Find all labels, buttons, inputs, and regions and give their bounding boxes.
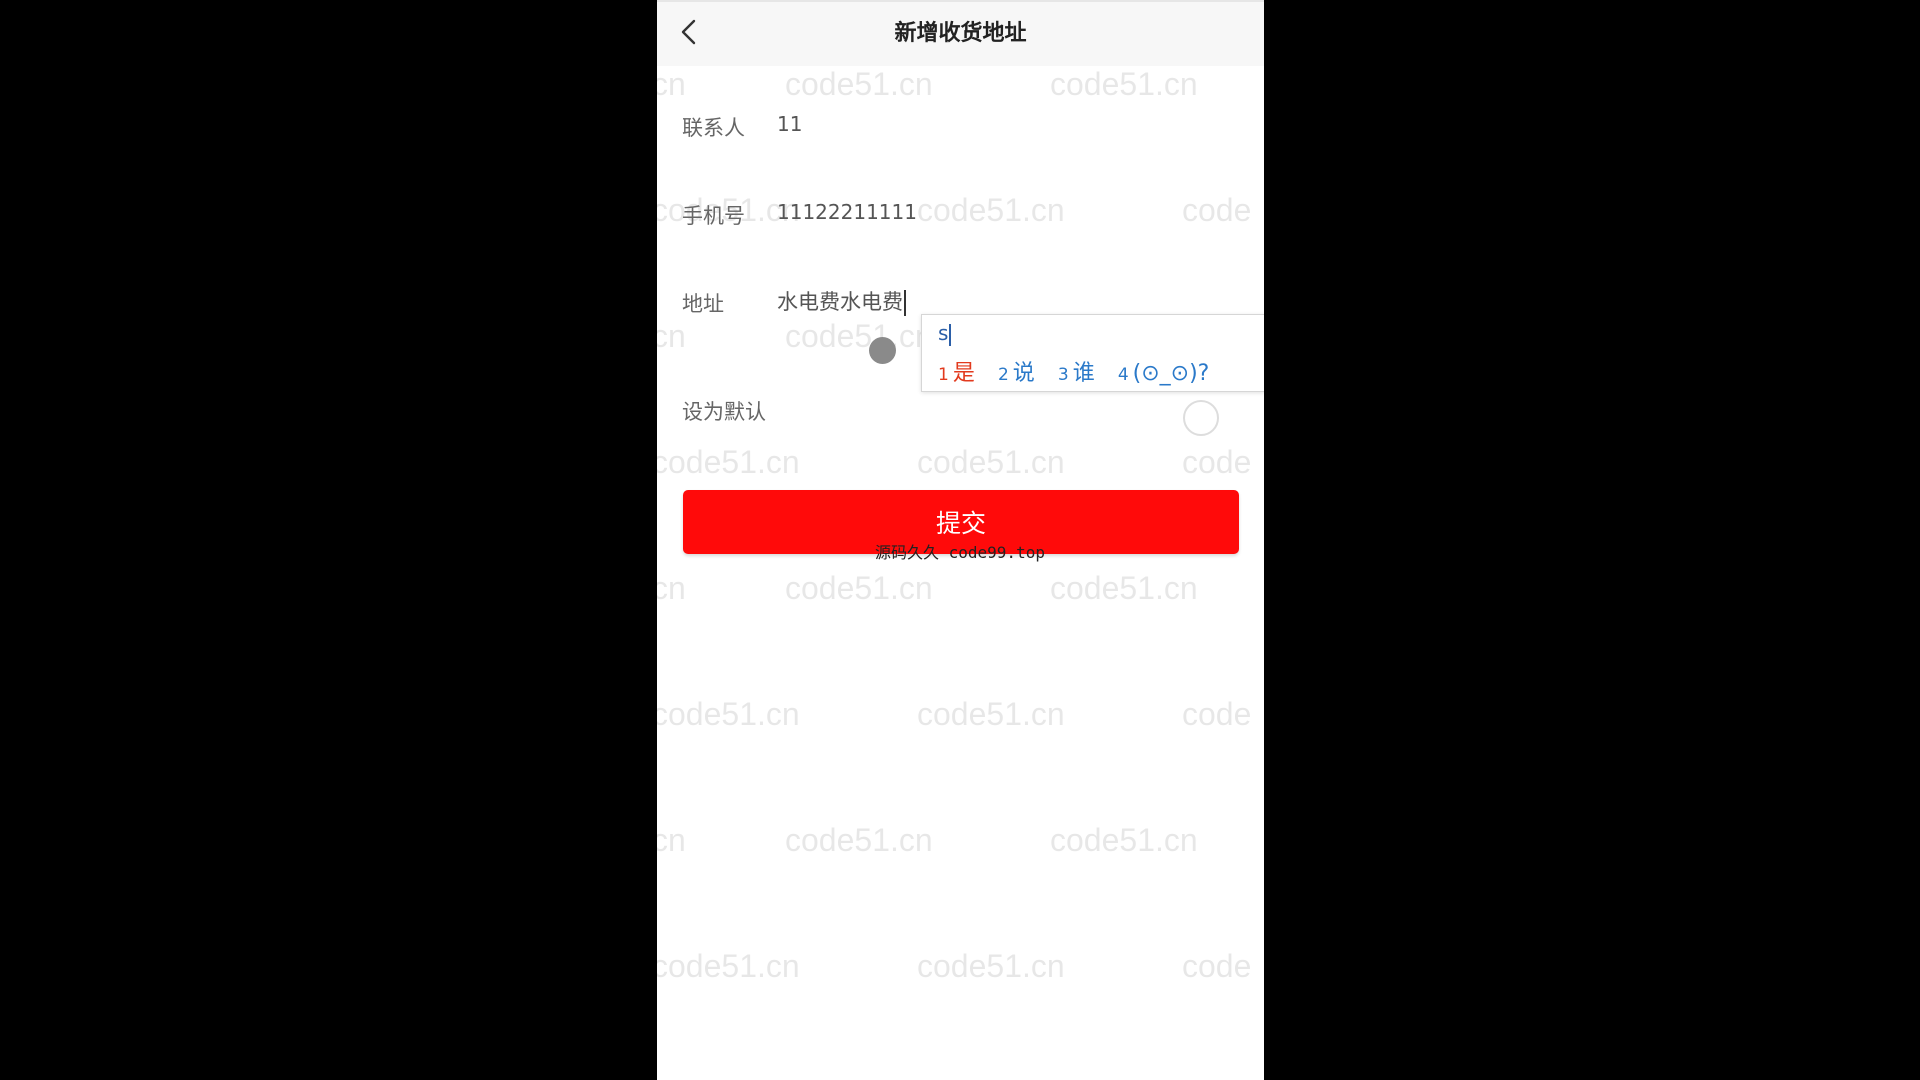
text-caret [904, 290, 906, 316]
phone-input[interactable] [777, 192, 1237, 232]
watermark-text: code [1182, 444, 1252, 480]
watermark-text: code [1182, 696, 1252, 732]
watermark-text: code51.cn [917, 696, 1065, 732]
ime-candidate-text: 是 [952, 361, 975, 386]
ime-candidate[interactable]: 2说 [998, 355, 1035, 387]
contact-label: 联系人 [682, 116, 745, 140]
ime-candidate-index: 3 [1057, 365, 1069, 385]
ime-caret [949, 323, 952, 346]
ime-candidate-index: 4 [1117, 365, 1129, 385]
ime-composition: s [938, 321, 952, 346]
watermark-text: code51.cn [657, 444, 800, 480]
default-label: 设为默认 [682, 400, 766, 424]
watermark-text: code51.cn [917, 444, 1065, 480]
watermark-text: code51.cn [1050, 822, 1198, 858]
ime-candidate-text: (⊙_⊙)? [1132, 361, 1210, 386]
ime-candidate[interactable]: 4 (⊙_⊙)? [1118, 361, 1210, 386]
watermark-text: cn [657, 570, 686, 606]
ime-candidate-text: 说 [1012, 361, 1035, 386]
overlay-caption: 源码久久 code99.top [875, 543, 1045, 562]
ime-candidate-window: s 1是 2说 3谁 4 (⊙_⊙)? [921, 314, 1264, 392]
watermark-text: code51.cn [657, 948, 800, 984]
address-value: 水电费水电费 [777, 290, 903, 314]
watermark-text: code51.cn [785, 822, 933, 858]
phone-label: 手机号 [682, 204, 745, 228]
contact-row: 联系人 [657, 96, 1264, 156]
watermark-text: code51.cn [657, 696, 800, 732]
ime-candidate-index: 1 [938, 365, 949, 385]
ime-candidate-index: 2 [997, 365, 1009, 385]
phone-screen: cn code51.cn code51.cn cn code51.cn code… [657, 0, 1264, 1080]
address-label: 地址 [682, 292, 724, 316]
phone-row: 手机号 [657, 184, 1264, 244]
ime-candidate[interactable]: 1是 [938, 355, 975, 387]
watermark-text: code [1182, 948, 1252, 984]
watermark-text: cn [657, 822, 686, 858]
ime-candidate-list: 1是 2说 3谁 4 (⊙_⊙)? [938, 355, 1209, 387]
contact-input[interactable] [777, 104, 1237, 144]
watermark-text: code51.cn [917, 948, 1065, 984]
nav-header: 新增收货地址 [657, 0, 1264, 66]
watermark-text: code51.cn [785, 570, 933, 606]
watermark-text: code51.cn [1050, 570, 1198, 606]
ime-candidate[interactable]: 3谁 [1058, 355, 1095, 387]
ime-candidate-text: 谁 [1072, 361, 1095, 386]
touch-indicator [869, 337, 896, 364]
default-toggle[interactable] [1183, 400, 1219, 436]
page-title: 新增收货地址 [894, 21, 1027, 46]
address-input[interactable]: 水电费水电费 [777, 286, 906, 316]
ime-composition-text: s [938, 321, 949, 345]
